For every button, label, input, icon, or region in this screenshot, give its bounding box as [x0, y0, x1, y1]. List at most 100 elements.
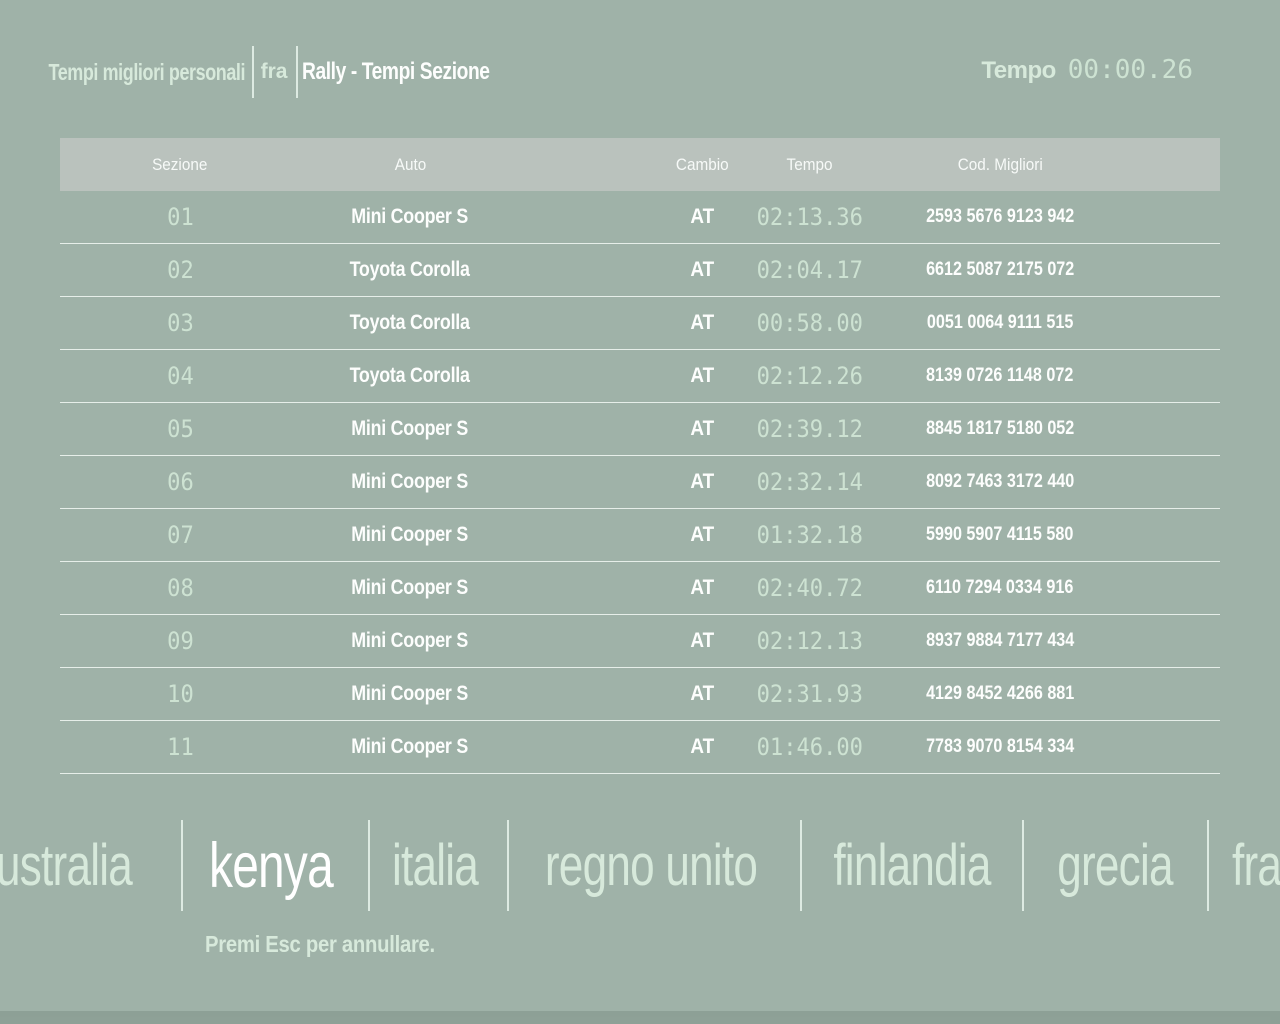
timer-value: 00:00.26	[1068, 55, 1193, 85]
carousel-divider	[507, 820, 509, 911]
car-name-cell: Toyota Corolla	[300, 297, 520, 349]
section-number-cell: 02	[60, 244, 300, 296]
section-time: 02:13.36	[757, 203, 863, 231]
car-name: Toyota Corolla	[350, 364, 470, 388]
best-code: 6110 7294 0334 916	[926, 577, 1073, 599]
car-name-cell: Mini Cooper S	[300, 668, 520, 720]
car-name: Mini Cooper S	[352, 470, 469, 494]
best-code-cell: 6612 5087 2175 072	[900, 244, 1100, 296]
country-label: fra	[1232, 832, 1280, 899]
best-code: 5990 5907 4115 580	[926, 524, 1073, 546]
car-name-cell: Mini Cooper S	[300, 615, 520, 667]
carousel-divider	[800, 820, 802, 911]
best-code: 8845 1817 5180 052	[926, 418, 1074, 440]
section-times-table: Sezione Auto Cambio Tempo Cod. Migliori …	[60, 138, 1220, 774]
bottom-strip	[0, 1011, 1280, 1024]
header-mode-label: fra	[261, 59, 288, 85]
table-row: 04 Toyota Corolla AT 02:12.26 8139 0726 …	[60, 350, 1220, 403]
section-time: 02:40.72	[757, 574, 863, 602]
section-time-cell: 00:58.00	[700, 297, 920, 349]
table-header-row: Sezione Auto Cambio Tempo Cod. Migliori	[60, 138, 1220, 191]
table-row: 02 Toyota Corolla AT 02:04.17 6612 5087 …	[60, 244, 1220, 297]
country-item-finlandia[interactable]: finlandia	[808, 818, 1015, 913]
section-number: 05	[167, 415, 194, 443]
section-number-cell: 09	[60, 615, 300, 667]
best-code: 4129 8452 4266 881	[926, 683, 1074, 705]
best-code-cell: 5990 5907 4115 580	[900, 509, 1100, 561]
page-title: Tempi migliori personali	[48, 58, 245, 86]
section-time: 02:04.17	[757, 256, 863, 284]
section-number: 03	[167, 309, 194, 337]
country-item-grecia[interactable]: grecia	[1039, 818, 1191, 913]
car-name: Mini Cooper S	[352, 629, 469, 653]
section-time: 02:32.14	[757, 468, 863, 496]
car-name: Mini Cooper S	[352, 523, 469, 547]
best-code-cell: 8937 9884 7177 434	[900, 615, 1100, 667]
car-name-cell: Mini Cooper S	[300, 721, 520, 773]
carousel-divider	[181, 820, 183, 911]
country-item-regno-unito[interactable]: regno unito	[511, 818, 790, 913]
column-header-tempo: Tempo	[700, 138, 920, 191]
best-code-cell: 6110 7294 0334 916	[900, 562, 1100, 614]
section-number: 02	[167, 256, 194, 284]
section-time-cell: 02:12.13	[700, 615, 920, 667]
best-code-cell: 8139 0726 1148 072	[900, 350, 1100, 402]
column-header-auto: Auto	[300, 138, 520, 191]
carousel-divider	[1022, 820, 1024, 911]
section-time-cell: 02:31.93	[700, 668, 920, 720]
section-number: 06	[167, 468, 194, 496]
section-time: 02:12.26	[757, 362, 863, 390]
section-time: 00:58.00	[757, 309, 863, 337]
best-code-cell: 2593 5676 9123 942	[900, 191, 1100, 243]
car-name: Mini Cooper S	[352, 735, 469, 759]
car-name-cell: Toyota Corolla	[300, 350, 520, 402]
country-item-italia[interactable]: italia	[378, 818, 491, 913]
best-code: 8092 7463 3172 440	[926, 471, 1074, 493]
section-time-cell: 02:32.14	[700, 456, 920, 508]
country-item-kenya[interactable]: kenya	[189, 818, 352, 913]
best-code-cell: 7783 9070 8154 334	[900, 721, 1100, 773]
section-time-cell: 01:46.00	[700, 721, 920, 773]
escape-hint: Premi Esc per annullare.	[205, 931, 435, 958]
section-number-cell: 01	[60, 191, 300, 243]
car-name: Toyota Corolla	[350, 311, 470, 335]
best-code: 7783 9070 8154 334	[926, 736, 1074, 758]
best-code: 6612 5087 2175 072	[926, 259, 1074, 281]
country-label: grecia	[1057, 832, 1173, 899]
car-name-cell: Mini Cooper S	[300, 509, 520, 561]
section-number-cell: 08	[60, 562, 300, 614]
section-number-cell: 05	[60, 403, 300, 455]
section-number-cell: 06	[60, 456, 300, 508]
car-name-cell: Mini Cooper S	[300, 403, 520, 455]
session-timer: Tempo 00:00.26	[981, 55, 1193, 85]
country-label: italia	[392, 832, 478, 899]
car-name: Mini Cooper S	[352, 682, 469, 706]
section-time-cell: 02:04.17	[700, 244, 920, 296]
section-number-cell: 03	[60, 297, 300, 349]
car-name-cell: Toyota Corolla	[300, 244, 520, 296]
car-name: Toyota Corolla	[350, 258, 470, 282]
best-code-cell: 0051 0064 9111 515	[900, 297, 1100, 349]
car-name: Mini Cooper S	[352, 417, 469, 441]
best-code: 8139 0726 1148 072	[926, 365, 1073, 387]
section-time-cell: 02:39.12	[700, 403, 920, 455]
country-item-ustralia[interactable]: ustralia	[0, 818, 175, 913]
table-row: 08 Mini Cooper S AT 02:40.72 6110 7294 0…	[60, 562, 1220, 615]
section-time: 02:12.13	[757, 627, 863, 655]
country-item-fra[interactable]: fra	[1232, 818, 1280, 913]
table-row: 03 Toyota Corolla AT 00:58.00 0051 0064 …	[60, 297, 1220, 350]
section-number-cell: 04	[60, 350, 300, 402]
section-time: 02:39.12	[757, 415, 863, 443]
section-number: 04	[167, 362, 194, 390]
header-divider	[296, 46, 298, 98]
column-header-cod-migliori: Cod. Migliori	[900, 138, 1100, 191]
header-divider	[252, 46, 254, 98]
table-row: 07 Mini Cooper S AT 01:32.18 5990 5907 4…	[60, 509, 1220, 562]
section-time-cell: 02:12.26	[700, 350, 920, 402]
best-code-cell: 8845 1817 5180 052	[900, 403, 1100, 455]
section-number-cell: 07	[60, 509, 300, 561]
table-body: 01 Mini Cooper S AT 02:13.36 2593 5676 9…	[60, 191, 1220, 774]
carousel-divider	[368, 820, 370, 911]
timer-label: Tempo	[981, 57, 1055, 85]
car-name: Mini Cooper S	[352, 205, 469, 229]
